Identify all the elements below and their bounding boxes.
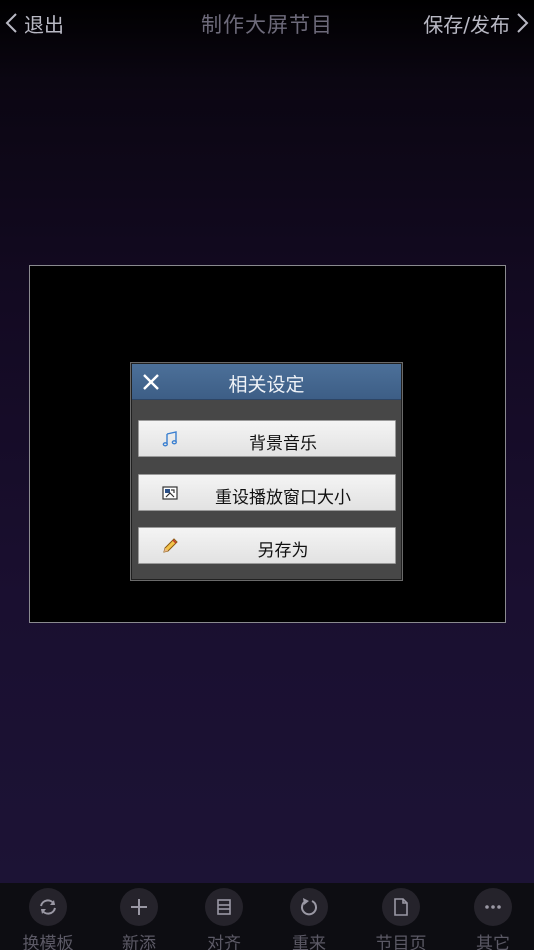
save-publish-label: 保存/发布 (423, 12, 510, 37)
chevron-right-icon (517, 13, 529, 33)
undo-icon (290, 888, 328, 926)
resize-window-label: 重设播放窗口大小 (215, 488, 351, 508)
tab-add-new-label: 新添 (122, 934, 156, 950)
resize-window-button[interactable]: 重设播放窗口大小 (138, 474, 396, 511)
dialog-header: 相关设定 (132, 364, 401, 400)
bottom-toolbar: 换模板 新添 对齐 重来 节目页 其它 (0, 883, 534, 950)
tab-add-new[interactable]: 新添 (106, 888, 172, 950)
background-music-label: 背景音乐 (249, 434, 317, 454)
settings-dialog: 相关设定 背景音乐 重设播放窗口大小 另存为 (131, 363, 402, 580)
more-icon (474, 888, 512, 926)
tab-reset[interactable]: 重来 (276, 888, 342, 950)
page-icon (382, 888, 420, 926)
plus-icon (120, 888, 158, 926)
background-music-button[interactable]: 背景音乐 (138, 420, 396, 457)
swap-template-icon (29, 888, 67, 926)
save-publish-button[interactable]: 保存/发布 (423, 8, 530, 38)
tab-align-label: 对齐 (207, 934, 241, 950)
tab-align[interactable]: 对齐 (191, 888, 257, 950)
tab-program-page[interactable]: 节目页 (368, 888, 434, 950)
tab-change-template-label: 换模板 (22, 934, 74, 950)
dialog-title: 相关设定 (228, 374, 305, 396)
tab-more-label: 其它 (476, 934, 510, 950)
tab-change-template[interactable]: 换模板 (15, 888, 81, 950)
align-icon (205, 888, 243, 926)
save-as-label: 另存为 (257, 541, 309, 561)
tab-reset-label: 重来 (292, 934, 326, 950)
top-bar: 退出 制作大屏节目 保存/发布 (0, 0, 534, 46)
tab-more[interactable]: 其它 (460, 888, 526, 950)
tab-program-page-label: 节目页 (375, 934, 427, 950)
save-as-button[interactable]: 另存为 (138, 527, 396, 564)
